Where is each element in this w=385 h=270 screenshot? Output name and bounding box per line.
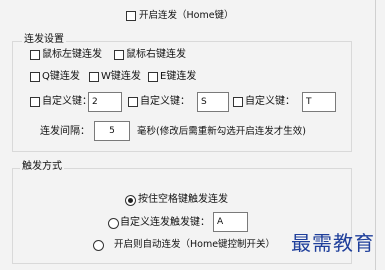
trigger-custom-input[interactable]: A [213, 212, 248, 232]
q-key-checkbox[interactable] [30, 72, 40, 82]
e-key-label[interactable]: E键连发 [160, 71, 196, 83]
mouse-right-checkbox[interactable] [114, 50, 124, 60]
q-key-label[interactable]: Q键连发 [42, 71, 80, 83]
custom-key-1-input[interactable]: 2 [88, 92, 122, 112]
mouse-right-label[interactable]: 鼠标右键连发 [126, 49, 186, 61]
interval-label: 连发间隔： [40, 126, 90, 137]
custom-key-2-checkbox[interactable] [128, 97, 138, 107]
custom-key-3-input[interactable]: T [302, 92, 336, 112]
mouse-left-label[interactable]: 鼠标左键连发 [42, 49, 102, 61]
interval-note: 毫秒(修改后需重新勾选开启连发才生效) [137, 126, 306, 137]
custom-key-3-checkbox[interactable] [233, 97, 243, 107]
enable-repeat-checkbox[interactable] [126, 11, 136, 21]
trigger-custom-label[interactable]: 自定义连发触发键： [120, 217, 210, 229]
repeat-settings-title: 连发设置 [22, 34, 66, 46]
trigger-space-label[interactable]: 按住空格键触发连发 [138, 194, 228, 206]
w-key-checkbox[interactable] [89, 72, 99, 82]
custom-key-2-input[interactable]: S [197, 92, 229, 112]
trigger-mode-title: 触发方式 [20, 161, 64, 173]
custom-key-3-label[interactable]: 自定义键： [245, 96, 295, 108]
trigger-space-radio[interactable] [125, 195, 136, 206]
interval-input[interactable]: 5 [94, 121, 130, 141]
custom-key-2-label[interactable]: 自定义键： [140, 96, 190, 108]
window-edge [375, 0, 376, 270]
e-key-checkbox[interactable] [148, 72, 158, 82]
trigger-auto-label[interactable]: 开启则自动连发（Home键控制开关） [114, 239, 275, 251]
w-key-label[interactable]: W键连发 [101, 71, 141, 83]
custom-key-1-label[interactable]: 自定义键： [42, 96, 92, 108]
custom-key-1-checkbox[interactable] [30, 97, 40, 107]
watermark-text: 最需教育 [291, 231, 375, 255]
trigger-auto-radio[interactable] [93, 240, 104, 251]
mouse-left-checkbox[interactable] [30, 50, 40, 60]
enable-repeat-label[interactable]: 开启连发（Home键） [139, 10, 234, 22]
trigger-custom-radio[interactable] [108, 218, 119, 229]
